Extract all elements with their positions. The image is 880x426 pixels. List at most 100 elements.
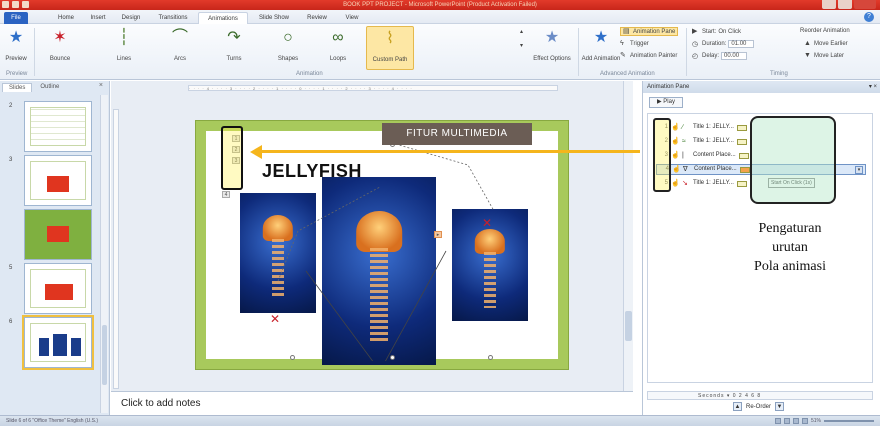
clock-icon: ◷ bbox=[692, 40, 699, 48]
shapes-icon: ○ bbox=[283, 29, 293, 46]
resize-handle[interactable] bbox=[390, 355, 395, 360]
timeline-ruler[interactable]: Seconds ▾ 0 2 4 6 8 bbox=[647, 391, 873, 400]
slide-thumbnail[interactable] bbox=[24, 263, 92, 314]
slide-sorter-icon[interactable] bbox=[783, 418, 790, 424]
arrow-head-icon bbox=[250, 145, 262, 159]
animation-shapes[interactable]: ○ Shapes bbox=[268, 26, 308, 70]
item-dropdown-arrow[interactable]: ▾ bbox=[855, 166, 863, 174]
slides-panel: Slides Outline × 2 3 5 6 bbox=[0, 81, 110, 415]
preview-button[interactable]: ★ Preview bbox=[2, 26, 30, 70]
mouse-click-icon: ☝ bbox=[671, 123, 680, 131]
minimize-button[interactable] bbox=[822, 0, 836, 9]
tab-slides[interactable]: Slides bbox=[2, 83, 33, 92]
motion-path-marker[interactable]: ▸ bbox=[434, 231, 442, 238]
scroll-thumb[interactable] bbox=[625, 311, 632, 341]
tab-view[interactable]: View bbox=[338, 12, 366, 24]
add-animation-button[interactable]: ★ Add Animation bbox=[582, 26, 621, 70]
timing-bar bbox=[739, 166, 750, 173]
delay-field[interactable]: ◴ Delay: 00.00 bbox=[692, 52, 748, 60]
zoom-level[interactable]: 51% bbox=[811, 416, 821, 426]
resize-handle[interactable] bbox=[290, 355, 295, 360]
animation-bounce[interactable]: ✶ Bounce bbox=[40, 26, 80, 70]
animation-painter-button[interactable]: ✎ Animation Painter bbox=[620, 52, 677, 59]
arrow-up-icon: ▲ bbox=[804, 40, 811, 47]
reorder-animation-label: Reorder Animation bbox=[800, 28, 850, 34]
gallery-scroll[interactable]: ▴ bbox=[520, 28, 523, 35]
close-icon[interactable]: × bbox=[99, 82, 103, 89]
motion-path-end-icon: ✕ bbox=[270, 312, 281, 326]
slide-number: 5 bbox=[9, 265, 13, 271]
play-icon: ▶ bbox=[692, 28, 698, 35]
notes-pane[interactable]: Click to add notes bbox=[111, 391, 633, 415]
animation-pane-button[interactable]: ▤ Animation Pane bbox=[620, 27, 679, 36]
timing-highlight-box bbox=[750, 116, 836, 204]
move-down-icon[interactable]: ▼ bbox=[775, 402, 785, 411]
tab-outline[interactable]: Outline bbox=[34, 83, 65, 92]
slide-number: 6 bbox=[9, 319, 13, 325]
close-pane-icon[interactable]: ▾ × bbox=[869, 81, 877, 93]
image-thumb bbox=[39, 338, 49, 356]
tab-design[interactable]: Design bbox=[116, 12, 146, 24]
slide-thumbnail[interactable] bbox=[24, 209, 92, 260]
animation-lines[interactable]: ┆ Lines bbox=[104, 26, 144, 70]
image-thumb bbox=[71, 338, 81, 356]
help-icon[interactable]: ? bbox=[864, 12, 874, 22]
zoom-slider[interactable] bbox=[824, 420, 874, 422]
slide-title-band[interactable]: FITUR MULTIMEDIA bbox=[382, 123, 532, 145]
animation-custom-path[interactable]: ⌇ Custom Path bbox=[366, 26, 414, 70]
shape-path-icon: ∇ bbox=[683, 165, 688, 173]
editor-scrollbar[interactable] bbox=[623, 81, 633, 391]
notes-placeholder: Click to add notes bbox=[121, 398, 201, 409]
painter-icon: ✎ bbox=[620, 52, 626, 59]
slide-thumbnail-selected[interactable] bbox=[22, 315, 94, 370]
divider bbox=[578, 28, 579, 76]
tab-file[interactable]: File bbox=[4, 12, 28, 24]
move-up-icon[interactable]: ▲ bbox=[733, 402, 742, 411]
mouse-click-icon: ☝ bbox=[671, 137, 680, 145]
slide-thumbnail[interactable] bbox=[24, 155, 92, 206]
panel-scrollbar[interactable] bbox=[100, 95, 108, 413]
reading-view-icon[interactable] bbox=[792, 418, 799, 424]
loops-icon: ∞ bbox=[332, 29, 344, 46]
animation-loops[interactable]: ∞ Loops bbox=[318, 26, 358, 70]
effect-options-button[interactable]: ★ Effect Options bbox=[533, 26, 571, 70]
slideshow-icon[interactable] bbox=[801, 418, 808, 424]
tab-animations[interactable]: Animations bbox=[198, 12, 248, 24]
view-controls: 51% bbox=[774, 416, 874, 426]
maximize-button[interactable] bbox=[838, 0, 852, 9]
animation-pane: Animation Pane ▾ × ▶ Play 1 ☝ ∕ Title 1: JE… bbox=[642, 81, 880, 415]
move-later-button[interactable]: ▼ Move Later bbox=[804, 52, 844, 59]
gallery-scroll-down[interactable]: ▾ bbox=[520, 42, 523, 49]
resize-handle[interactable] bbox=[488, 355, 493, 360]
trigger-button[interactable]: ϟ Trigger bbox=[620, 40, 649, 47]
status-text: Slide 6 of 6 "Office Theme" English (U.S… bbox=[6, 418, 99, 424]
play-button[interactable]: ▶ Play bbox=[649, 97, 683, 108]
timing-bar bbox=[736, 180, 747, 187]
mouse-click-icon: ☝ bbox=[672, 165, 681, 173]
bounce-icon: ✶ bbox=[53, 29, 67, 46]
scroll-thumb[interactable] bbox=[102, 325, 107, 385]
start-field[interactable]: ▶ Start: On Click bbox=[692, 28, 741, 35]
custom-path-icon: ⌇ bbox=[386, 30, 394, 47]
duration-field[interactable]: ◷ Duration: 01.00 bbox=[692, 40, 755, 48]
tab-transitions[interactable]: Transitions bbox=[150, 12, 196, 24]
close-button[interactable] bbox=[854, 0, 876, 9]
tab-review[interactable]: Review bbox=[300, 12, 334, 24]
reorder-controls: ▲ Re-Order ▼ bbox=[733, 402, 785, 411]
animation-turns[interactable]: ↷ Turns bbox=[214, 26, 254, 70]
motion-path[interactable] bbox=[206, 131, 560, 361]
tab-slide-show[interactable]: Slide Show bbox=[252, 12, 296, 24]
horizontal-ruler: · · · · 4 · · · · 3 · · · · 2 · · · · 1 … bbox=[188, 85, 558, 91]
normal-view-icon[interactable] bbox=[774, 418, 781, 424]
slide-marker-highlight-box bbox=[221, 126, 243, 190]
move-earlier-button[interactable]: ▲ Move Earlier bbox=[804, 40, 848, 47]
tab-insert[interactable]: Insert bbox=[84, 12, 112, 24]
tab-home[interactable]: Home bbox=[52, 12, 80, 24]
divider bbox=[686, 28, 687, 76]
animation-pane-header: Animation Pane ▾ × bbox=[643, 81, 880, 93]
status-bar: Slide 6 of 6 "Office Theme" English (U.S… bbox=[0, 415, 880, 426]
group-advanced-animation: Advanced Animation bbox=[600, 71, 655, 77]
animation-arcs[interactable]: ⌒ Arcs bbox=[160, 26, 200, 70]
slide-thumbnail[interactable] bbox=[24, 101, 92, 152]
group-timing: Timing bbox=[770, 71, 788, 77]
